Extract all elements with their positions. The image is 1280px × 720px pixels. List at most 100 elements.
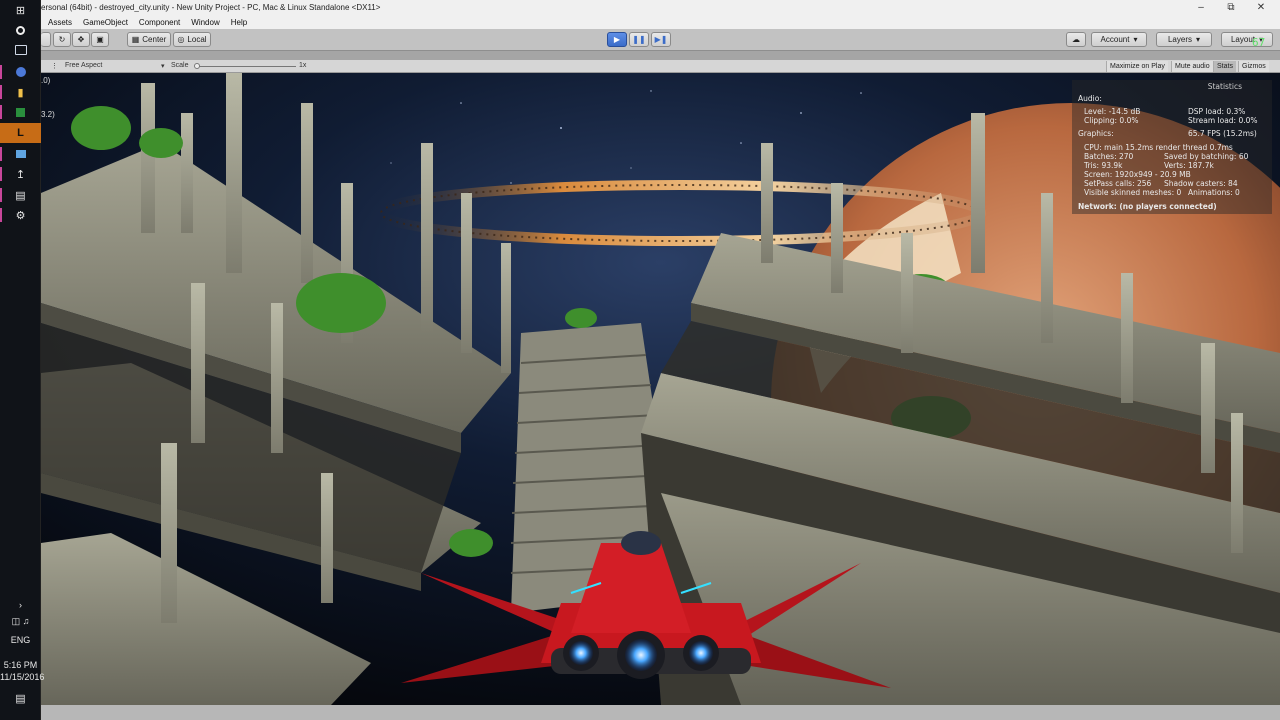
pause-icon: ❚❚ <box>632 35 646 44</box>
running-indicator <box>0 167 2 181</box>
status-bar <box>41 705 1280 720</box>
running-indicator <box>0 85 2 99</box>
graphics-cpu: CPU: main 15.2ms render thread 0.7ms <box>1084 143 1233 152</box>
taskbar-app-3[interactable]: ▤ <box>0 185 41 205</box>
play-button[interactable]: ▶ <box>607 32 627 47</box>
scale-icon: ✥ <box>77 35 85 44</box>
audio-stream-load: Stream load: 0.0% <box>1188 116 1258 125</box>
graphics-tris: Tris: 93.9k <box>1084 161 1123 170</box>
menu-assets[interactable]: Assets <box>48 18 72 27</box>
pivot-center-button[interactable]: ▦ Center <box>127 32 171 47</box>
task-view-button[interactable] <box>0 40 41 60</box>
toolbar: ↻ ✥ ▣ ▦ Center ◎ Local ▶ ❚❚ ▶❚ ☁ Account ▾ … <box>41 29 1280 51</box>
task-view-icon <box>14 45 27 55</box>
rotate-tool-button[interactable]: ↻ <box>53 32 71 47</box>
menu-dots-icon[interactable]: ⋮ <box>51 62 58 70</box>
pivot-local-button[interactable]: ◎ Local <box>173 32 211 47</box>
taskbar-unity[interactable]: L <box>0 123 41 143</box>
transform-tool-button[interactable] <box>41 32 51 47</box>
stats-toggle[interactable]: Stats <box>1213 61 1236 72</box>
restore-button[interactable]: ⧉ <box>1216 0 1246 15</box>
aspect-dropdown[interactable]: Free Aspect <box>65 62 102 69</box>
mute-audio-toggle[interactable]: Mute audio <box>1171 61 1213 72</box>
gear-icon: ⚙ <box>15 209 26 222</box>
chevron-down-icon: ▾ <box>1133 35 1138 44</box>
rotate-icon: ↻ <box>58 35 66 44</box>
windows-taskbar: ⊞ ▮ L ↥ ▤ ⚙ › ◫ ♫ ENG 5:16 PM 11/15/2016… <box>0 0 44 720</box>
audio-level: Level: -14.5 dB <box>1084 107 1141 116</box>
taskbar-app-1[interactable] <box>0 144 41 164</box>
step-icon: ▶❚ <box>654 35 668 44</box>
network-status: Network: (no players connected) <box>1078 202 1217 211</box>
audio-header: Audio: <box>1078 94 1102 103</box>
running-indicator <box>0 147 2 161</box>
audio-clipping: Clipping: 0.0% <box>1084 116 1139 125</box>
screen: Statistics Audio: Level: -14.5 dB Clippi… <box>0 0 1280 720</box>
graphics-screen: Screen: 1920x949 - 20.9 MB <box>1084 170 1191 179</box>
gizmos-dropdown[interactable]: Gizmos <box>1238 61 1269 72</box>
close-button[interactable]: ✕ <box>1246 0 1276 15</box>
cloud-icon: ☁ <box>1072 35 1080 44</box>
side-value-a: .0) <box>41 76 51 85</box>
minimize-button[interactable]: – <box>1186 0 1216 15</box>
menu-bar: Assets GameObject Component Window Help <box>41 15 1280 29</box>
graphics-header: Graphics: <box>1078 129 1114 138</box>
graphics-verts: Verts: 187.7k <box>1164 161 1214 170</box>
globe-icon: ◎ <box>177 35 185 44</box>
taskbar-explorer[interactable]: ▮ <box>0 82 41 102</box>
menu-window[interactable]: Window <box>191 18 219 27</box>
taskbar-chrome[interactable] <box>0 62 41 82</box>
scale-slider[interactable] <box>196 66 296 67</box>
rect-tool-button[interactable]: ▣ <box>91 32 109 47</box>
scale-tool-button[interactable]: ✥ <box>72 32 90 47</box>
tray-chevron-icon[interactable]: › <box>0 600 41 611</box>
graphics-batches: Batches: 270 <box>1084 152 1134 161</box>
language-indicator[interactable]: ENG <box>0 635 41 646</box>
scale-slider-thumb[interactable] <box>194 63 200 69</box>
graphics-saved: Saved by batching: 60 <box>1164 152 1249 161</box>
local-label: Local <box>187 35 207 44</box>
running-indicator <box>0 65 2 79</box>
menu-gameobject[interactable]: GameObject <box>83 18 128 27</box>
search-button[interactable] <box>0 20 41 40</box>
chevron-down-icon: ▾ <box>161 63 165 70</box>
windows-logo-icon: ⊞ <box>15 4 26 17</box>
game-view-toolbar: ⋮ Free Aspect ▾ Scale 1x Maximize on Pla… <box>41 60 1280 73</box>
layers-dropdown[interactable]: Layers ▾ <box>1156 32 1212 47</box>
scale-value: 1x <box>299 62 307 69</box>
fps-overlay: 67 <box>1252 36 1266 49</box>
panel-gap <box>41 51 1280 60</box>
browser-icon <box>15 67 26 77</box>
tray-network-volume-icon[interactable]: ◫ ♫ <box>0 616 41 627</box>
menu-help[interactable]: Help <box>231 18 247 27</box>
chart-icon: ▤ <box>15 189 26 202</box>
cloud-button[interactable]: ☁ <box>1066 32 1086 47</box>
audio-dsp-load: DSP load: 0.3% <box>1188 107 1246 116</box>
tool-icon: ↥ <box>15 168 26 181</box>
running-indicator <box>0 188 2 202</box>
layers-label: Layers <box>1167 35 1192 44</box>
account-label: Account <box>1100 35 1130 44</box>
pause-button[interactable]: ❚❚ <box>629 32 649 47</box>
pivot-label: Center <box>142 35 167 44</box>
search-icon <box>16 25 25 35</box>
menu-component[interactable]: Component <box>139 18 180 27</box>
graphics-setpass: SetPass calls: 256 <box>1084 179 1152 188</box>
maximize-on-play-toggle[interactable]: Maximize on Play <box>1106 61 1168 72</box>
account-dropdown[interactable]: Account ▾ <box>1091 32 1147 47</box>
stats-title: Statistics <box>1207 82 1242 91</box>
clock-time[interactable]: 5:16 PM <box>0 660 41 671</box>
taskbar-excel[interactable] <box>0 102 41 122</box>
side-value-b: 3.2) <box>41 110 55 119</box>
folder-icon: ▮ <box>17 86 24 99</box>
taskbar-app-2[interactable]: ↥ <box>0 164 41 184</box>
notification-icon[interactable]: ▤ <box>0 694 41 705</box>
spreadsheet-icon <box>16 107 25 117</box>
start-button[interactable]: ⊞ <box>0 0 41 20</box>
graphics-fps: 65.7 FPS (15.2ms) <box>1188 129 1257 138</box>
taskbar-app-4[interactable]: ⚙ <box>0 205 41 225</box>
clock-date[interactable]: 11/15/2016 <box>0 672 44 683</box>
pivot-icon: ▦ <box>131 35 140 44</box>
step-button[interactable]: ▶❚ <box>651 32 671 47</box>
monitor-icon <box>15 150 26 158</box>
